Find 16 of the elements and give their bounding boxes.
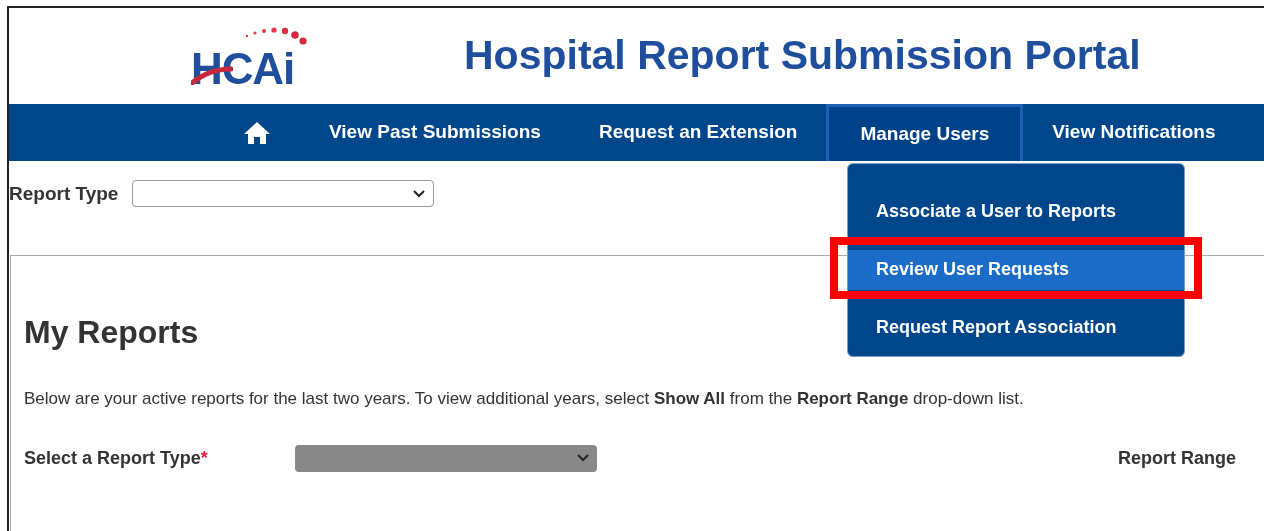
description-text: Below are your active reports for the last two years. To view additional years, select Show All from the Report Range drop-down list.: [24, 388, 1025, 410]
select-report-type-label: Select a Report Type*: [24, 446, 209, 470]
report-type-label: Report Type: [9, 182, 119, 206]
nav-link[interactable]: View Notifications: [1023, 104, 1245, 161]
chevron-down-icon: [413, 189, 426, 198]
nav-link[interactable]: Request an Extension: [569, 104, 827, 161]
nav-link[interactable]: View Past Submissions: [300, 104, 570, 161]
menu-item[interactable]: Request Report Association: [848, 307, 1184, 348]
report-range-label: Report Range: [1118, 446, 1236, 470]
menu-item[interactable]: Review User Requests: [848, 249, 1184, 290]
chevron-down-icon: [577, 454, 589, 462]
section-heading: My Reports: [24, 313, 199, 352]
report-type-select[interactable]: [132, 180, 435, 207]
portal-title: Hospital Report Submission Portal: [464, 31, 1141, 81]
menu-item[interactable]: Associate a User to Reports: [848, 191, 1184, 232]
nav-link[interactable]: Manage Users: [826, 104, 1024, 161]
